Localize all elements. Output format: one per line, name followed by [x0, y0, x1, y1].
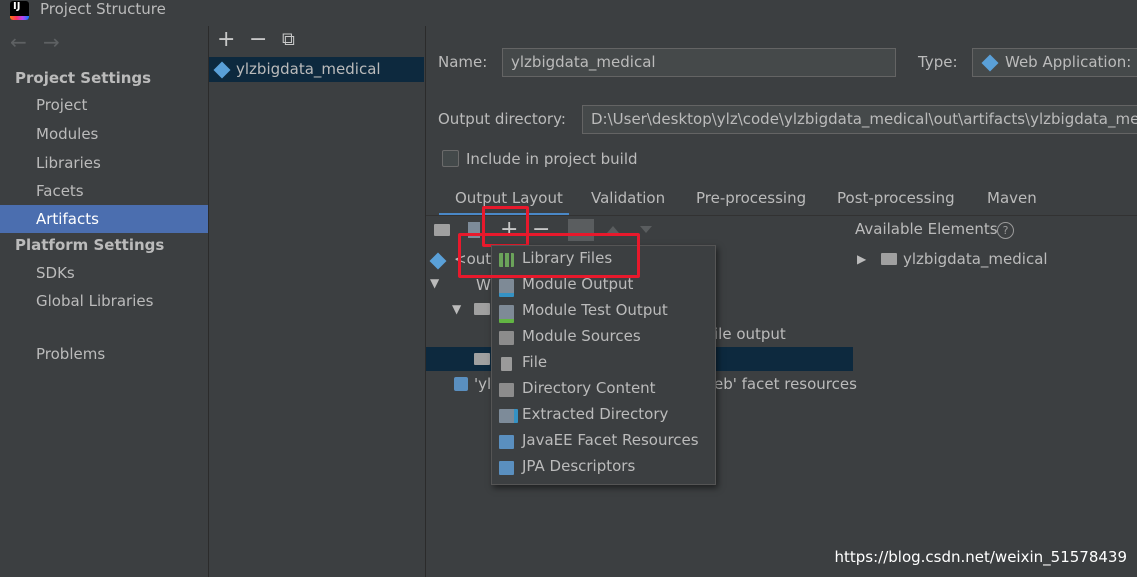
expand-classes-icon[interactable]: ▼: [452, 302, 461, 316]
tree-web-inf[interactable]: W: [476, 276, 491, 294]
add-element-menu: Library Files Module Output Module Test …: [491, 245, 716, 485]
module-sources-icon: [499, 331, 514, 345]
expand-module-icon[interactable]: ▶: [857, 252, 866, 266]
output-directory-field[interactable]: D:\User\desktop\ylz\code\ylzbigdata_medi…: [582, 105, 1137, 134]
type-label: Type:: [918, 53, 958, 71]
extracted-directory-icon: [499, 409, 518, 423]
file-icon: [501, 357, 512, 371]
output-root-icon: [429, 252, 447, 270]
menu-item-directory-content[interactable]: Directory Content: [492, 377, 714, 403]
back-arrow-icon[interactable]: ←: [10, 30, 27, 54]
nav-item-global-libraries[interactable]: Global Libraries: [0, 287, 208, 315]
tree-facet-prefix[interactable]: 'yl: [474, 375, 491, 393]
include-in-build-checkbox[interactable]: [442, 150, 459, 167]
nav-item-artifacts[interactable]: Artifacts: [0, 205, 208, 233]
menu-item-module-sources[interactable]: Module Sources: [492, 325, 714, 351]
library-files-highlight: [458, 233, 640, 278]
module-test-output-icon: [499, 305, 514, 323]
name-label: Name:: [438, 53, 488, 71]
javaee-facet-icon: [499, 435, 514, 449]
include-in-build-label: Include in project build: [466, 150, 638, 168]
move-up-icon[interactable]: [607, 226, 619, 233]
nav-item-libraries[interactable]: Libraries: [0, 149, 208, 177]
output-directory-label: Output directory:: [438, 110, 566, 128]
lib-folder-icon: [474, 353, 490, 365]
expand-web-inf-icon[interactable]: ▼: [430, 276, 439, 290]
window-title: Project Structure: [40, 0, 166, 18]
menu-item-javaee-facet-resources[interactable]: JavaEE Facet Resources: [492, 429, 714, 455]
artifacts-list-panel: [209, 26, 426, 577]
menu-item-jpa-descriptors[interactable]: JPA Descriptors: [492, 455, 714, 481]
copy-artifact-button[interactable]: ⧉: [282, 29, 295, 51]
tab-pre-processing[interactable]: Pre-processing: [696, 189, 806, 207]
help-icon[interactable]: ?: [997, 222, 1014, 239]
menu-item-file[interactable]: File: [492, 351, 714, 377]
tab-validation[interactable]: Validation: [591, 189, 665, 207]
tabs-divider: [426, 215, 1137, 216]
tree-compile-output[interactable]: ile output: [714, 325, 786, 343]
classes-folder-icon: [474, 303, 490, 315]
available-module-item[interactable]: ylzbigdata_medical: [903, 250, 1048, 268]
facet-resources-icon: [454, 377, 468, 391]
module-output-icon: [499, 279, 514, 297]
nav-item-facets[interactable]: Facets: [0, 177, 208, 205]
nav-item-problems[interactable]: Problems: [0, 340, 208, 368]
module-folder-icon: [881, 253, 897, 265]
add-artifact-button[interactable]: +: [217, 29, 235, 51]
nav-item-project[interactable]: Project: [0, 91, 208, 119]
nav-item-modules[interactable]: Modules: [0, 120, 208, 148]
forward-arrow-icon[interactable]: →: [43, 30, 60, 54]
available-elements-title: Available Elements: [855, 220, 998, 238]
intellij-icon: IJ: [10, 1, 29, 20]
directory-icon: [499, 383, 514, 397]
move-down-icon[interactable]: [640, 226, 652, 233]
platform-settings-header: Platform Settings: [15, 236, 165, 254]
remove-artifact-button[interactable]: −: [249, 29, 267, 51]
tree-facet-resources[interactable]: eb' facet resources: [714, 375, 857, 393]
tab-maven[interactable]: Maven: [987, 189, 1037, 207]
menu-item-module-test-output[interactable]: Module Test Output: [492, 299, 714, 325]
project-settings-header: Project Settings: [15, 69, 152, 87]
new-directory-icon[interactable]: [434, 224, 450, 236]
menu-item-extracted-directory[interactable]: Extracted Directory: [492, 403, 714, 429]
title-bar: [0, 0, 1137, 22]
tab-post-processing[interactable]: Post-processing: [837, 189, 955, 207]
jpa-icon: [499, 461, 514, 475]
artifact-name: ylzbigdata_medical: [236, 60, 381, 78]
nav-item-sdks[interactable]: SDKs: [0, 259, 208, 287]
watermark-text: https://blog.csdn.net/weixin_51578439: [834, 548, 1127, 566]
tab-output-layout[interactable]: Output Layout: [455, 189, 563, 207]
name-field[interactable]: ylzbigdata_medical: [502, 48, 896, 77]
